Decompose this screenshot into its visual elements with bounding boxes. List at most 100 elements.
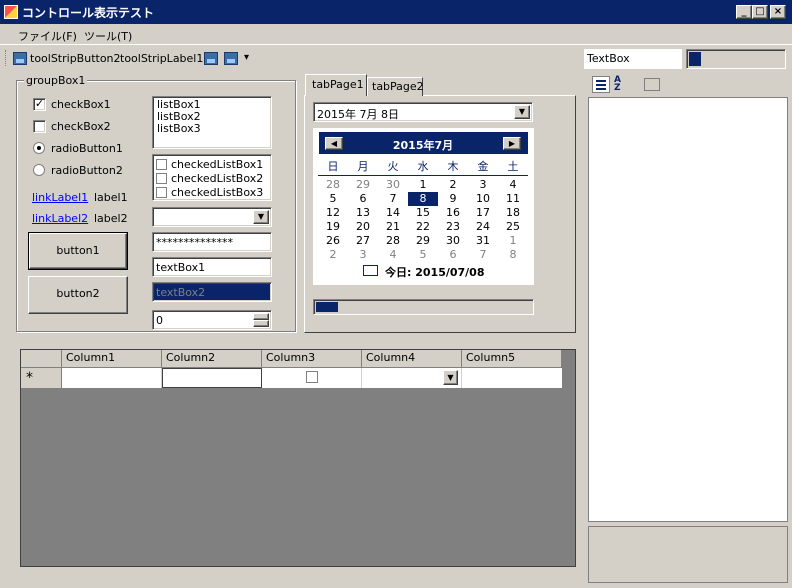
calendar-day[interactable]: 29 [348, 178, 378, 192]
calendar-day[interactable]: 3 [348, 248, 378, 262]
radio-button2[interactable] [33, 164, 45, 176]
calendar-day[interactable]: 5 [318, 192, 348, 206]
tab-page2[interactable]: tabPage2 [367, 77, 424, 96]
grid-cell-combobox[interactable]: ▼ [362, 368, 462, 388]
checked-list-checkbox[interactable] [156, 187, 167, 198]
calendar-day[interactable]: 20 [348, 220, 378, 234]
grid-cell-textbox[interactable] [162, 368, 262, 388]
grid-column-header[interactable]: Column3 [262, 350, 362, 368]
calendar-day[interactable]: 13 [348, 206, 378, 220]
calendar-day[interactable]: 4 [498, 178, 528, 192]
calendar-day[interactable]: 31 [468, 234, 498, 248]
calendar-today-box[interactable] [363, 265, 378, 276]
button1[interactable]: button1 [28, 232, 128, 270]
calendar-day[interactable]: 6 [348, 192, 378, 206]
numeric-updown[interactable]: 0 [152, 310, 272, 330]
calendar-day[interactable]: 5 [408, 248, 438, 262]
calendar-day[interactable]: 15 [408, 206, 438, 220]
calendar-day[interactable]: 7 [378, 192, 408, 206]
calendar-day[interactable]: 19 [318, 220, 348, 234]
property-grid[interactable] [588, 97, 788, 522]
date-picker[interactable]: 2015年 7月 8日 ▼ [313, 102, 533, 122]
alphabetical-sort-icon[interactable]: AZ [614, 76, 632, 93]
calendar-day[interactable]: 28 [378, 234, 408, 248]
calendar-day[interactable]: 23 [438, 220, 468, 234]
calendar-day[interactable]: 27 [348, 234, 378, 248]
calendar-day[interactable]: 8 [408, 192, 438, 206]
calendar-day[interactable]: 18 [498, 206, 528, 220]
calendar-prev-button[interactable]: ◀ [325, 137, 343, 150]
menu-tools[interactable]: ツール(T) [84, 28, 132, 44]
textbox2[interactable]: textBox2 [152, 282, 272, 302]
chevron-down-icon[interactable]: ▼ [443, 370, 458, 385]
calendar-day[interactable]: 7 [468, 248, 498, 262]
calendar-day[interactable]: 17 [468, 206, 498, 220]
button2[interactable]: button2 [28, 276, 128, 314]
calendar-day[interactable]: 30 [438, 234, 468, 248]
password-field[interactable]: ************** [152, 232, 272, 252]
checkbox1[interactable]: ✓ [33, 98, 46, 111]
grid-corner-header[interactable] [21, 350, 62, 368]
spin-up-button[interactable] [253, 313, 269, 320]
toolstrip-grip[interactable] [5, 50, 8, 66]
calendar-day[interactable]: 2 [438, 178, 468, 192]
calendar-day[interactable]: 12 [318, 206, 348, 220]
grid-cell[interactable] [62, 368, 162, 388]
calendar-day[interactable]: 14 [378, 206, 408, 220]
picture-icon[interactable] [13, 52, 27, 65]
calendar-day[interactable]: 29 [408, 234, 438, 248]
calendar-day[interactable]: 26 [318, 234, 348, 248]
checked-list-checkbox[interactable] [156, 173, 167, 184]
calendar-today-label[interactable]: 今日: 2015/07/08 [385, 264, 485, 280]
calendar-day[interactable]: 10 [468, 192, 498, 206]
checked-listbox1[interactable]: checkedListBox1 checkedListBox2 checkedL… [152, 154, 272, 201]
combobox1[interactable]: ▼ [152, 207, 272, 227]
close-button[interactable]: × [770, 5, 786, 19]
picture-icon[interactable] [224, 52, 238, 65]
toolstrip-textbox[interactable]: TextBox [584, 49, 682, 69]
calendar-day[interactable]: 16 [438, 206, 468, 220]
checked-list-checkbox[interactable] [156, 159, 167, 170]
menu-file[interactable]: ファイル(F) [18, 28, 77, 44]
calendar-next-button[interactable]: ▶ [503, 137, 521, 150]
tab-page1[interactable]: tabPage1 [305, 74, 367, 96]
grid-column-header[interactable]: Column1 [62, 350, 162, 368]
calendar-day[interactable]: 11 [498, 192, 528, 206]
radio-button1[interactable] [33, 142, 45, 154]
calendar-day[interactable]: 9 [438, 192, 468, 206]
listbox1[interactable]: listBox1 listBox2 listBox3 [152, 96, 272, 149]
grid-column-header[interactable]: Column4 [362, 350, 462, 368]
calendar-day[interactable]: 8 [498, 248, 528, 262]
calendar-day[interactable]: 22 [408, 220, 438, 234]
maximize-button[interactable]: □ [752, 5, 768, 19]
spin-down-button[interactable] [253, 320, 269, 327]
chevron-down-icon[interactable]: ▼ [253, 210, 269, 224]
calendar-day[interactable]: 6 [438, 248, 468, 262]
grid-column-header[interactable]: Column5 [462, 350, 562, 368]
calendar-day[interactable]: 1 [408, 178, 438, 192]
link-label2[interactable]: linkLabel2 [32, 212, 88, 225]
textbox1[interactable]: textBox1 [152, 257, 272, 277]
chevron-down-icon[interactable]: ▼ [514, 105, 530, 119]
calendar-month-title[interactable]: 2015年7月 [371, 137, 475, 153]
grid-cell[interactable] [462, 368, 562, 388]
checkbox[interactable] [306, 371, 318, 383]
grid-cell-checkbox[interactable] [262, 368, 362, 388]
row-header[interactable]: * [21, 368, 62, 388]
dropdown-arrow-icon[interactable]: ▾ [244, 52, 249, 63]
calendar-day[interactable]: 30 [378, 178, 408, 192]
calendar-day[interactable]: 2 [318, 248, 348, 262]
data-grid[interactable]: Column1 Column2 Column3 Column4 Column5 … [20, 349, 576, 567]
categorized-icon[interactable] [592, 76, 610, 93]
calendar-day[interactable]: 25 [498, 220, 528, 234]
calendar-day[interactable]: 24 [468, 220, 498, 234]
property-pages-icon[interactable] [644, 78, 660, 91]
table-row[interactable]: * ▼ [21, 368, 562, 388]
minimize-button[interactable]: _ [736, 5, 752, 19]
calendar-day[interactable]: 3 [468, 178, 498, 192]
toolstrip-button2[interactable]: toolStripButton2 [30, 52, 121, 65]
calendar-day[interactable]: 1 [498, 234, 528, 248]
list-item[interactable]: listBox3 [157, 123, 267, 135]
calendar-day[interactable]: 28 [318, 178, 348, 192]
month-calendar[interactable]: ◀ 2015年7月 ▶ 日月火水木金土 28 29 30 1 2 3 4 5 6 7 8 9 10 11 1… [313, 128, 534, 285]
